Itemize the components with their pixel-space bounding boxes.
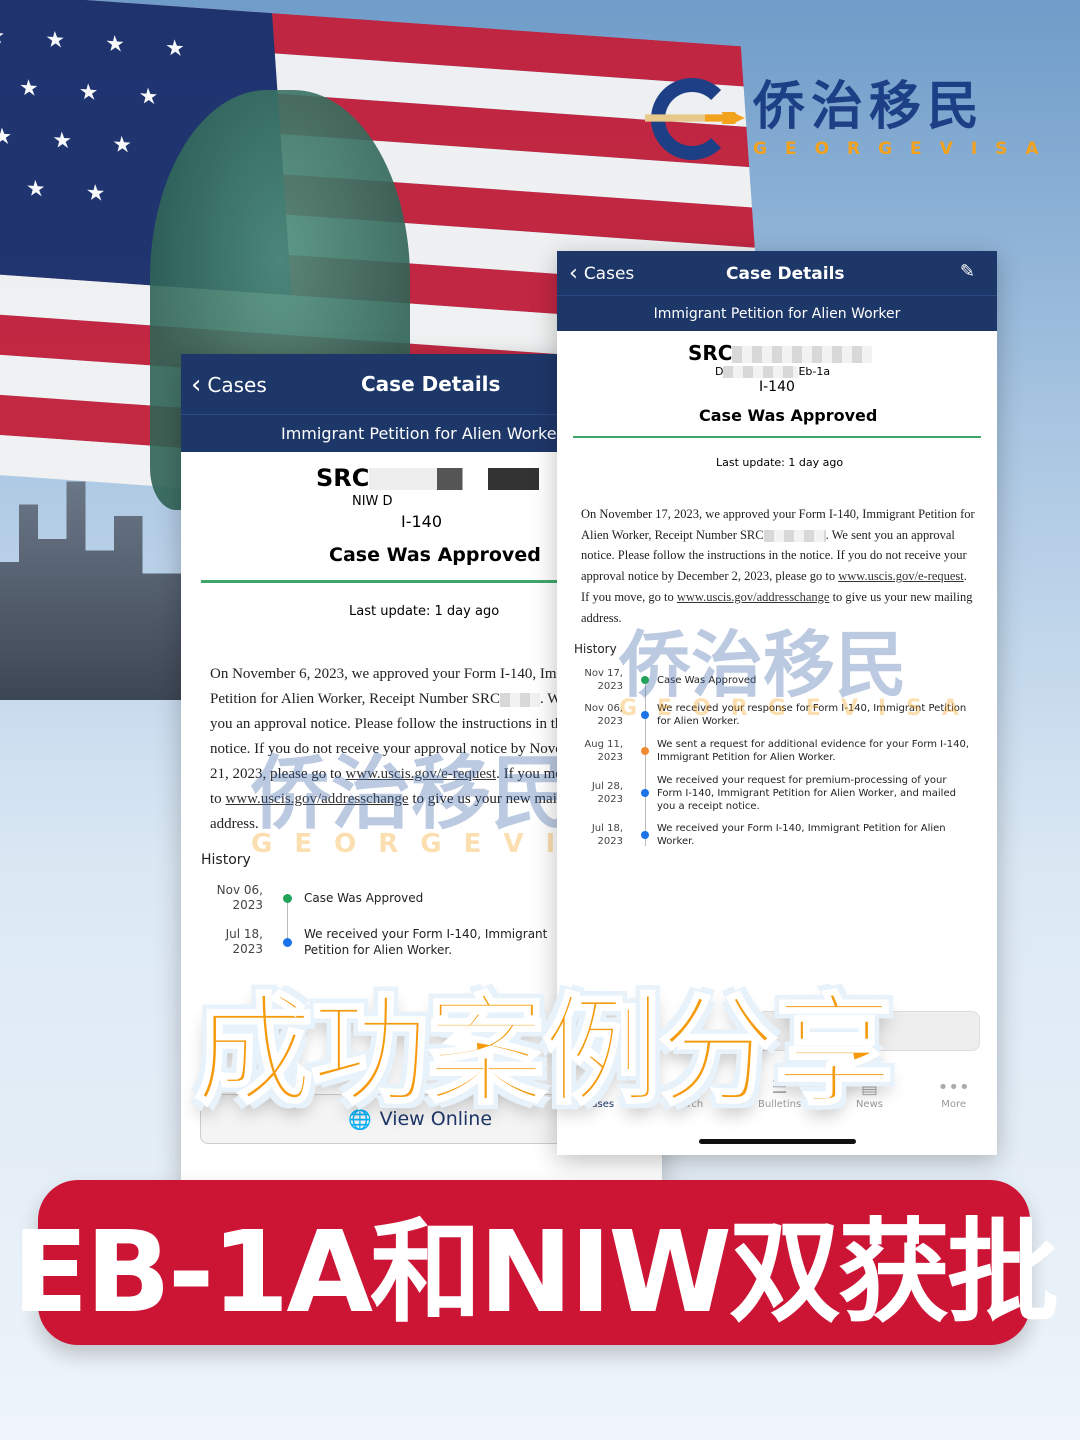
case-status: Case Was Approved: [699, 406, 878, 425]
history-list: Nov 17, 2023 Case Was Approved Nov 06, 2023 W…: [577, 663, 992, 853]
history-item: Jul 28, 2023 We received your request for …: [591, 774, 956, 812]
history-item: Nov 06, 2023 We received your response for…: [584, 703, 967, 727]
history-item: Aug 11, 2023 We sent a request for additio…: [584, 739, 970, 763]
chevron-left-icon: ‹: [569, 261, 578, 286]
case-message: On November 6, 2023, we approved your Fo…: [210, 666, 604, 832]
addresschange-link[interactable]: www.uscis.gov/addresschange: [225, 791, 408, 807]
case-category: NIW D: [352, 494, 393, 509]
last-update: Last update: 1 day ago: [349, 604, 500, 619]
case-subtitle: Immigrant Petition for Alien Worker: [557, 295, 997, 331]
tab-label: More: [941, 1099, 967, 1110]
headline: 成功案例分享: [193, 981, 894, 1122]
back-label: Cases: [207, 373, 267, 397]
approval-banner: EB-1A和NIW双获批: [12, 1180, 1059, 1345]
last-update: Last update: 1 day ago: [716, 456, 844, 469]
status-dot: [283, 893, 292, 903]
addresschange-link[interactable]: www.uscis.gov/addresschange: [677, 590, 830, 604]
history-item: Jul 18, 2023 We received your Form I-140, …: [591, 823, 946, 847]
page-title: Case Details: [726, 264, 845, 284]
logo-text-en: GEORGEVISA: [753, 139, 1057, 159]
status-dot: [641, 747, 649, 755]
chevron-left-icon: ‹: [191, 370, 202, 400]
tab-more[interactable]: ••• More: [938, 1077, 970, 1110]
status-dot: [283, 937, 292, 947]
status-dot: [641, 789, 649, 797]
back-button[interactable]: ‹ Cases: [191, 370, 267, 400]
more-icon: •••: [937, 1077, 970, 1098]
form-number: I-140: [759, 379, 795, 395]
receipt-number: SRC: [688, 341, 873, 365]
status-dot: [641, 676, 649, 684]
status-dot: [641, 831, 649, 839]
logo-plane-icon: [645, 78, 745, 162]
status-dot: [641, 711, 649, 719]
history-item: Nov 17, 2023 Case Was Approved: [584, 668, 757, 692]
home-indicator: [699, 1139, 856, 1144]
e-request-link[interactable]: www.uscis.gov/e-request: [838, 569, 964, 583]
status-divider: [573, 436, 981, 438]
history-heading: History: [201, 852, 251, 868]
logo-text-cn: 侨治移民: [753, 77, 986, 137]
case-category: D Eb-1a: [715, 365, 831, 378]
brand-logo: 侨治移民 GEORGEVISA: [645, 78, 1057, 162]
history-heading: History: [574, 642, 617, 656]
e-request-link[interactable]: www.uscis.gov/e-request: [345, 766, 496, 782]
back-label: Cases: [583, 263, 635, 284]
case-status: Case Was Approved: [329, 544, 541, 566]
case-message: On November 17, 2023, we approved your F…: [581, 507, 975, 625]
page-title: Case Details: [361, 372, 501, 396]
receipt-number: SRC: [316, 464, 540, 492]
edit-pencil-icon[interactable]: ✎: [960, 261, 975, 282]
form-number: I-140: [401, 512, 443, 531]
banner-text: EB-1A和NIW双获批: [12, 1207, 1059, 1338]
back-button[interactable]: ‹ Cases: [569, 261, 634, 286]
